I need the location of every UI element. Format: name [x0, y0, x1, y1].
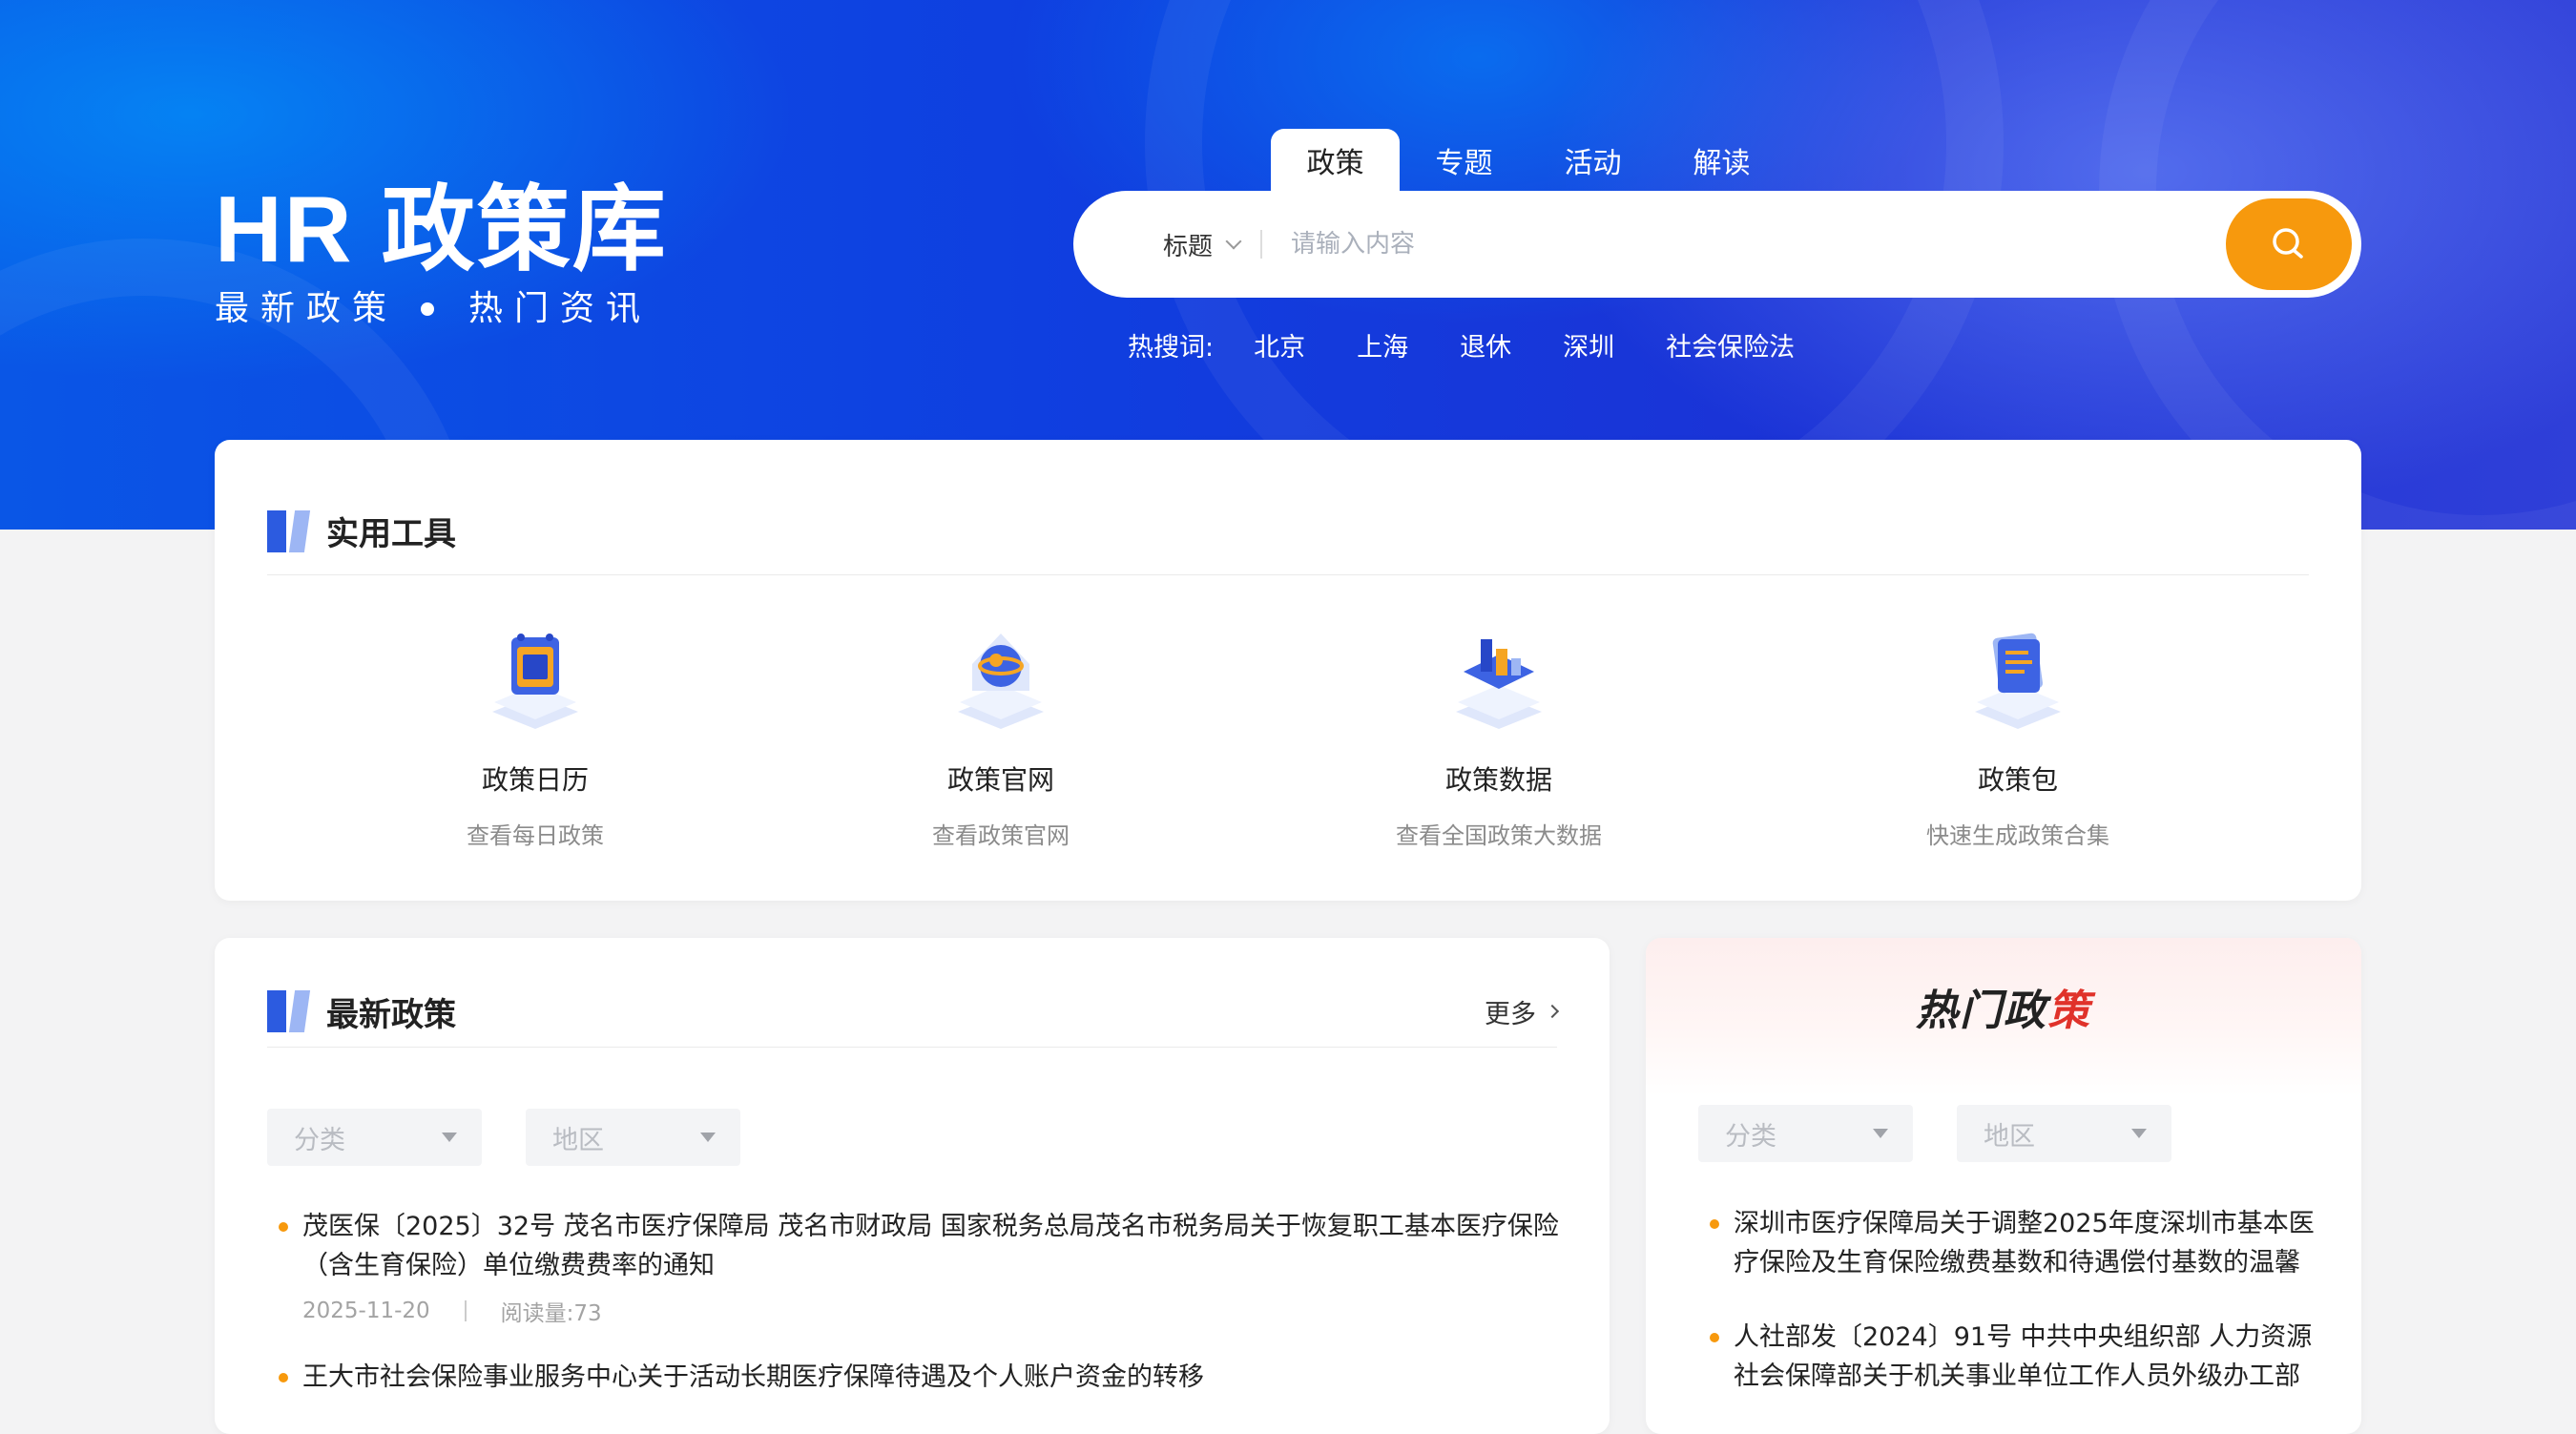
region-filter[interactable]: 地区	[526, 1109, 740, 1166]
tool-policy-pack[interactable]: 政策包 快速生成政策合集	[1875, 616, 2161, 850]
list-item[interactable]: 深圳市医疗保障局关于调整2025年度深圳市基本医疗保险及生育保险缴费基数和待遇偿…	[1698, 1204, 2318, 1282]
brand-title: HR 政策库	[215, 177, 668, 281]
tool-name: 政策日历	[481, 764, 589, 796]
list-item[interactable]: 王大市社会保险事业服务中心关于活动长期医疗保障待遇及个人账户资金的转移	[267, 1358, 1565, 1397]
tool-desc: 查看政策官网	[932, 822, 1070, 849]
region-filter-label: 地区	[1984, 1121, 2035, 1152]
tool-policy-website[interactable]: 政策官网 查看政策官网	[858, 616, 1144, 850]
news-title[interactable]: 茂医保〔2025〕32号 茂名市医疗保障局 茂名市财政局 国家税务总局茂名市税务…	[267, 1207, 1565, 1285]
section-header: 实用工具	[267, 488, 2309, 575]
list-item[interactable]: 人社部发〔2024〕91号 中共中央组织部 人力资源社会保障部关于机关事业单位工…	[1698, 1318, 2318, 1396]
hot-search-label: 热搜词:	[1128, 333, 1215, 363]
category-filter-label: 分类	[294, 1125, 345, 1155]
calendar-icon	[492, 634, 578, 729]
section-mark-icon	[267, 509, 311, 552]
divider	[1260, 230, 1263, 259]
separator-dot	[421, 302, 435, 316]
news-title[interactable]: 深圳市医疗保障局关于调整2025年度深圳市基本医疗保险及生育保险缴费基数和待遇偿…	[1698, 1204, 2318, 1282]
region-filter-label: 地区	[552, 1125, 604, 1155]
latest-policy-card: 最新政策 更多 分类 地区 茂医保〔2025〕32号 茂名市医疗保障局 茂名市财…	[215, 938, 1610, 1434]
news-title[interactable]: 王大市社会保险事业服务中心关于活动长期医疗保障待遇及个人账户资金的转移	[267, 1358, 1565, 1397]
section-title: 最新政策	[326, 995, 456, 1034]
hot-search-words: 热搜词: 北京 上海 退休 深圳 社会保险法	[1128, 326, 1846, 364]
search-button[interactable]	[2226, 198, 2352, 290]
category-filter[interactable]: 分类	[1698, 1105, 1913, 1162]
brand-block: HR 政策库 最新政策 热门资讯	[215, 177, 668, 331]
document-pack-icon	[1975, 633, 2061, 729]
news-title[interactable]: 人社部发〔2024〕91号 中共中央组织部 人力资源社会保障部关于机关事业单位工…	[1698, 1318, 2318, 1396]
tab-policy[interactable]: 政策	[1271, 129, 1400, 192]
tool-policy-calendar[interactable]: 政策日历 查看每日政策	[392, 616, 678, 850]
news-meta: 2025-11-20 阅读量:73	[267, 1295, 1565, 1327]
tool-policy-data[interactable]: 政策数据 查看全国政策大数据	[1356, 616, 1642, 850]
hot-word-link[interactable]: 北京	[1254, 326, 1305, 364]
tool-name: 政策官网	[946, 764, 1054, 796]
hot-word-link[interactable]: 退休	[1460, 326, 1511, 364]
brand-subtitle: 最新政策 热门资讯	[215, 287, 668, 331]
search-scope-dropdown[interactable]: 标题	[1163, 227, 1242, 262]
hot-word-link[interactable]: 上海	[1357, 326, 1408, 364]
globe-icon	[958, 634, 1044, 729]
caret-down-icon	[2131, 1129, 2147, 1138]
data-chart-icon	[1456, 639, 1542, 729]
search-scope-label: 标题	[1163, 232, 1214, 261]
list-item[interactable]: 茂医保〔2025〕32号 茂名市医疗保障局 茂名市财政局 国家税务总局茂名市税务…	[267, 1207, 1565, 1327]
hot-word-link[interactable]: 社会保险法	[1666, 326, 1795, 364]
tools-card: 实用工具 政策日历 查看每日政策 政策官网 查看政策官网 政策数据 查看全国政策…	[215, 440, 2361, 901]
section-mark-icon	[267, 990, 311, 1032]
hot-title-main: 热门政	[1916, 987, 2047, 1035]
category-filter[interactable]: 分类	[267, 1109, 482, 1166]
brand-subtitle-left: 最新政策	[215, 289, 399, 328]
hot-policy-card: 热门政策 分类 地区 深圳市医疗保障局关于调整2025年度深圳市基本医疗保险及生…	[1646, 938, 2361, 1434]
tool-desc: 查看全国政策大数据	[1396, 822, 1602, 849]
region-filter[interactable]: 地区	[1957, 1105, 2171, 1162]
divider	[464, 1300, 467, 1321]
section-title: 实用工具	[326, 515, 456, 553]
hot-word-link[interactable]: 深圳	[1563, 326, 1614, 364]
search-input[interactable]	[1289, 216, 2226, 273]
tool-desc: 快速生成政策合集	[1926, 822, 2109, 849]
caret-down-icon	[700, 1133, 716, 1142]
news-date: 2025-11-20	[302, 1299, 430, 1323]
news-reads: 阅读量:73	[500, 1301, 602, 1326]
tab-topic[interactable]: 专题	[1400, 129, 1528, 192]
search-tabs: 政策 专题 活动 解读	[1271, 129, 1786, 192]
caret-down-icon	[1873, 1129, 1888, 1138]
more-label: 更多	[1485, 999, 1536, 1029]
section-header: 最新政策 更多	[267, 976, 1560, 1048]
hot-policy-title: 热门政策	[1646, 976, 2361, 1037]
tab-activity[interactable]: 活动	[1528, 129, 1657, 192]
more-link[interactable]: 更多	[1485, 993, 1560, 1030]
tab-interpretation[interactable]: 解读	[1657, 129, 1786, 192]
caret-down-icon	[442, 1133, 457, 1142]
tool-name: 政策包	[1977, 764, 2058, 796]
chevron-right-icon	[1545, 1004, 1560, 1019]
hot-title-accent: 策	[2047, 987, 2091, 1035]
chevron-down-icon	[1225, 233, 1242, 250]
search-bar: 标题	[1073, 191, 2361, 298]
category-filter-label: 分类	[1725, 1121, 1776, 1152]
search-icon	[2273, 228, 2303, 259]
brand-subtitle-right: 热门资讯	[468, 289, 653, 328]
tool-name: 政策数据	[1444, 764, 1552, 796]
tool-desc: 查看每日政策	[467, 822, 604, 849]
